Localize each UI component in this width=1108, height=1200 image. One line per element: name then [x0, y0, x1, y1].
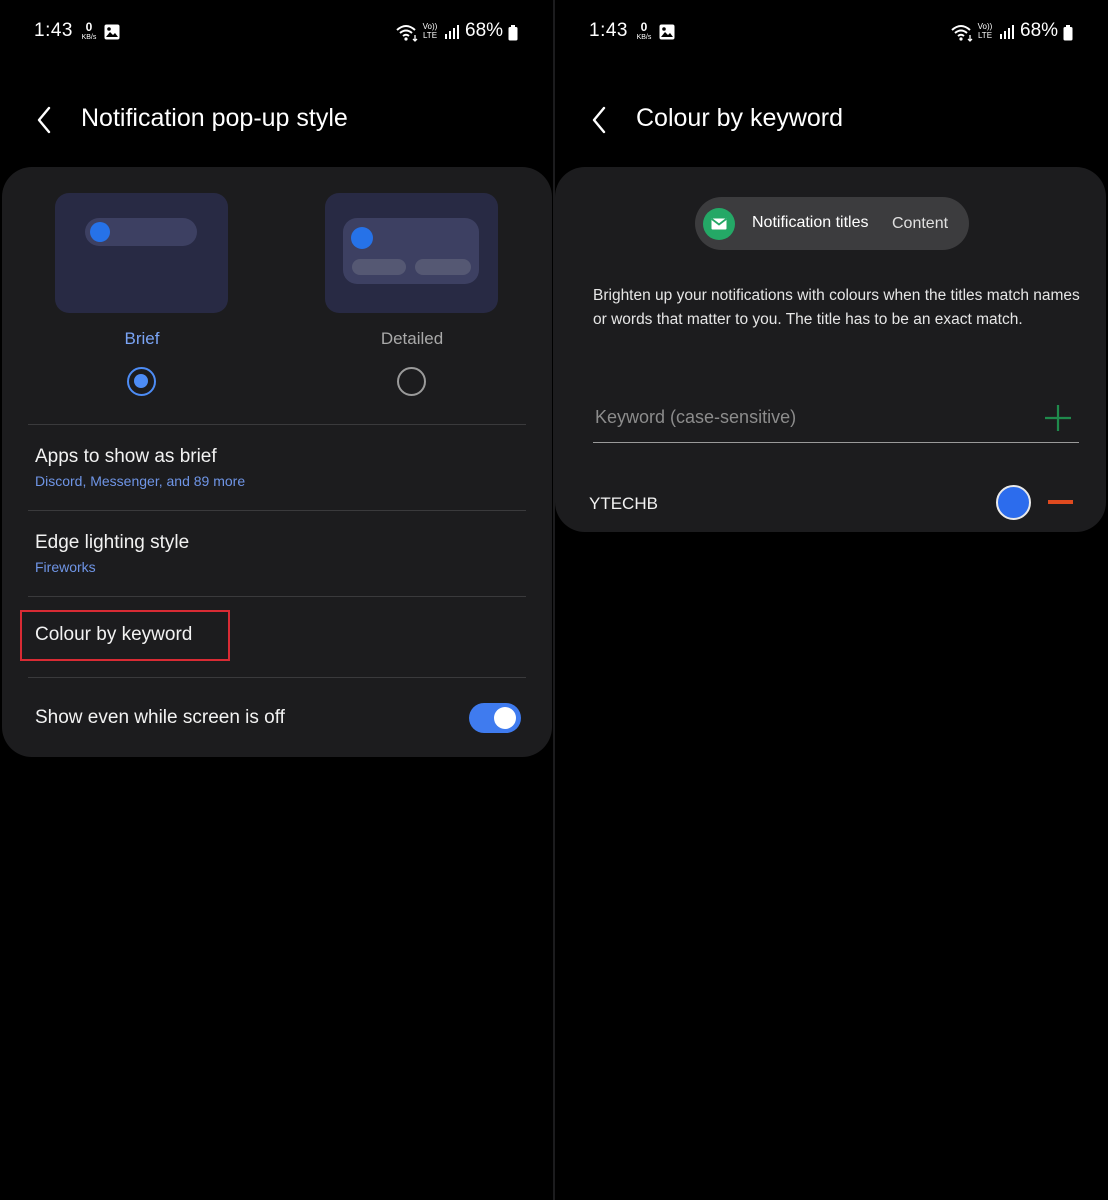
- brief-preview-dot: [90, 222, 110, 242]
- battery-percentage: 68%: [465, 20, 504, 41]
- data-speed-indicator: 0 KB/s: [78, 21, 100, 42]
- wifi-icon: [951, 25, 973, 42]
- volte-bottom: LTE: [977, 31, 993, 40]
- data-speed-indicator: 0 KB/s: [633, 21, 655, 42]
- keyword-card: Notification titles Content Brighten up …: [555, 167, 1106, 532]
- description-text: Brighten up your notifications with colo…: [593, 287, 1080, 328]
- notification-demo-pill: Notification titles Content: [695, 197, 969, 250]
- demo-notification-content: Content: [892, 215, 949, 232]
- brief-style-option[interactable]: Brief: [22, 191, 262, 421]
- apps-to-show-as-brief-row[interactable]: Apps to show as brief Discord, Messenger…: [2, 425, 552, 510]
- toggle-knob: [494, 707, 516, 729]
- detailed-preview: [325, 193, 498, 313]
- volte-bottom: LTE: [422, 31, 438, 40]
- status-time: 1:43: [589, 20, 628, 41]
- app-header: Notification pop-up style: [0, 90, 553, 150]
- email-icon: [703, 208, 735, 240]
- page-title: Colour by keyword: [636, 104, 844, 132]
- gallery-notification-icon: [104, 24, 120, 40]
- volte-indicator: Vo)) LTE: [421, 22, 439, 40]
- detailed-preview-dot: [351, 227, 373, 249]
- row-subtitle: Discord, Messenger, and 89 more: [35, 473, 246, 489]
- back-button[interactable]: [30, 102, 62, 138]
- gallery-notification-icon: [659, 24, 675, 40]
- keyword-item-label: YTECHB: [589, 494, 658, 513]
- page-title: Notification pop-up style: [81, 104, 348, 132]
- back-button[interactable]: [585, 102, 617, 138]
- data-speed-unit: KB/s: [636, 34, 652, 41]
- detailed-style-option[interactable]: Detailed: [292, 191, 532, 421]
- keyword-placeholder: Keyword (case-sensitive): [595, 407, 797, 427]
- status-time: 1:43: [34, 20, 73, 41]
- data-speed-value: 0: [85, 20, 93, 34]
- left-screen: 1:43 0 KB/s Vo)) LTE 68% Notification po…: [0, 0, 553, 1200]
- data-speed-unit: KB/s: [81, 34, 97, 41]
- wifi-icon: [396, 25, 418, 42]
- show-while-screen-off-toggle[interactable]: [469, 703, 521, 733]
- battery-icon: [1063, 25, 1073, 41]
- brief-label: Brief: [124, 329, 160, 348]
- battery-icon: [508, 25, 518, 41]
- highlight-annotation-box: [20, 610, 230, 661]
- row-title: Show even while screen is off: [35, 707, 285, 728]
- app-header: Colour by keyword: [555, 90, 1108, 150]
- volte-top: Vo)): [977, 22, 993, 31]
- settings-card: Brief Detailed Apps to show as brief Dis…: [2, 167, 552, 757]
- status-bar: 1:43 0 KB/s Vo)) LTE 68%: [0, 0, 553, 64]
- row-title: Edge lighting style: [35, 532, 190, 553]
- volte-indicator: Vo)) LTE: [976, 22, 994, 40]
- remove-keyword-button[interactable]: [1048, 500, 1073, 504]
- detailed-preview-bar: [415, 259, 471, 275]
- brief-preview-pill: [85, 218, 197, 246]
- data-speed-value: 0: [640, 20, 648, 34]
- edge-lighting-style-row[interactable]: Edge lighting style Fireworks: [2, 511, 552, 596]
- status-bar: 1:43 0 KB/s Vo)) LTE 68%: [555, 0, 1108, 64]
- right-screen: 1:43 0 KB/s Vo)) LTE 68% Colour by keywo…: [555, 0, 1108, 1200]
- detailed-radio[interactable]: [397, 367, 426, 396]
- add-keyword-button[interactable]: [1043, 403, 1073, 433]
- battery-percentage: 68%: [1020, 20, 1059, 41]
- signal-icon: [445, 25, 459, 39]
- signal-icon: [1000, 25, 1014, 39]
- keyword-input[interactable]: Keyword (case-sensitive): [593, 403, 1079, 443]
- brief-radio[interactable]: [127, 367, 156, 396]
- row-subtitle: Fireworks: [35, 559, 96, 575]
- demo-notification-title: Notification titles: [752, 214, 869, 231]
- brief-preview: [55, 193, 228, 313]
- detailed-preview-box: [343, 218, 479, 284]
- detailed-label: Detailed: [380, 329, 444, 348]
- detailed-preview-bar: [352, 259, 406, 275]
- keyword-color-picker[interactable]: [996, 485, 1031, 520]
- volte-top: Vo)): [422, 22, 438, 31]
- row-title: Apps to show as brief: [35, 446, 217, 467]
